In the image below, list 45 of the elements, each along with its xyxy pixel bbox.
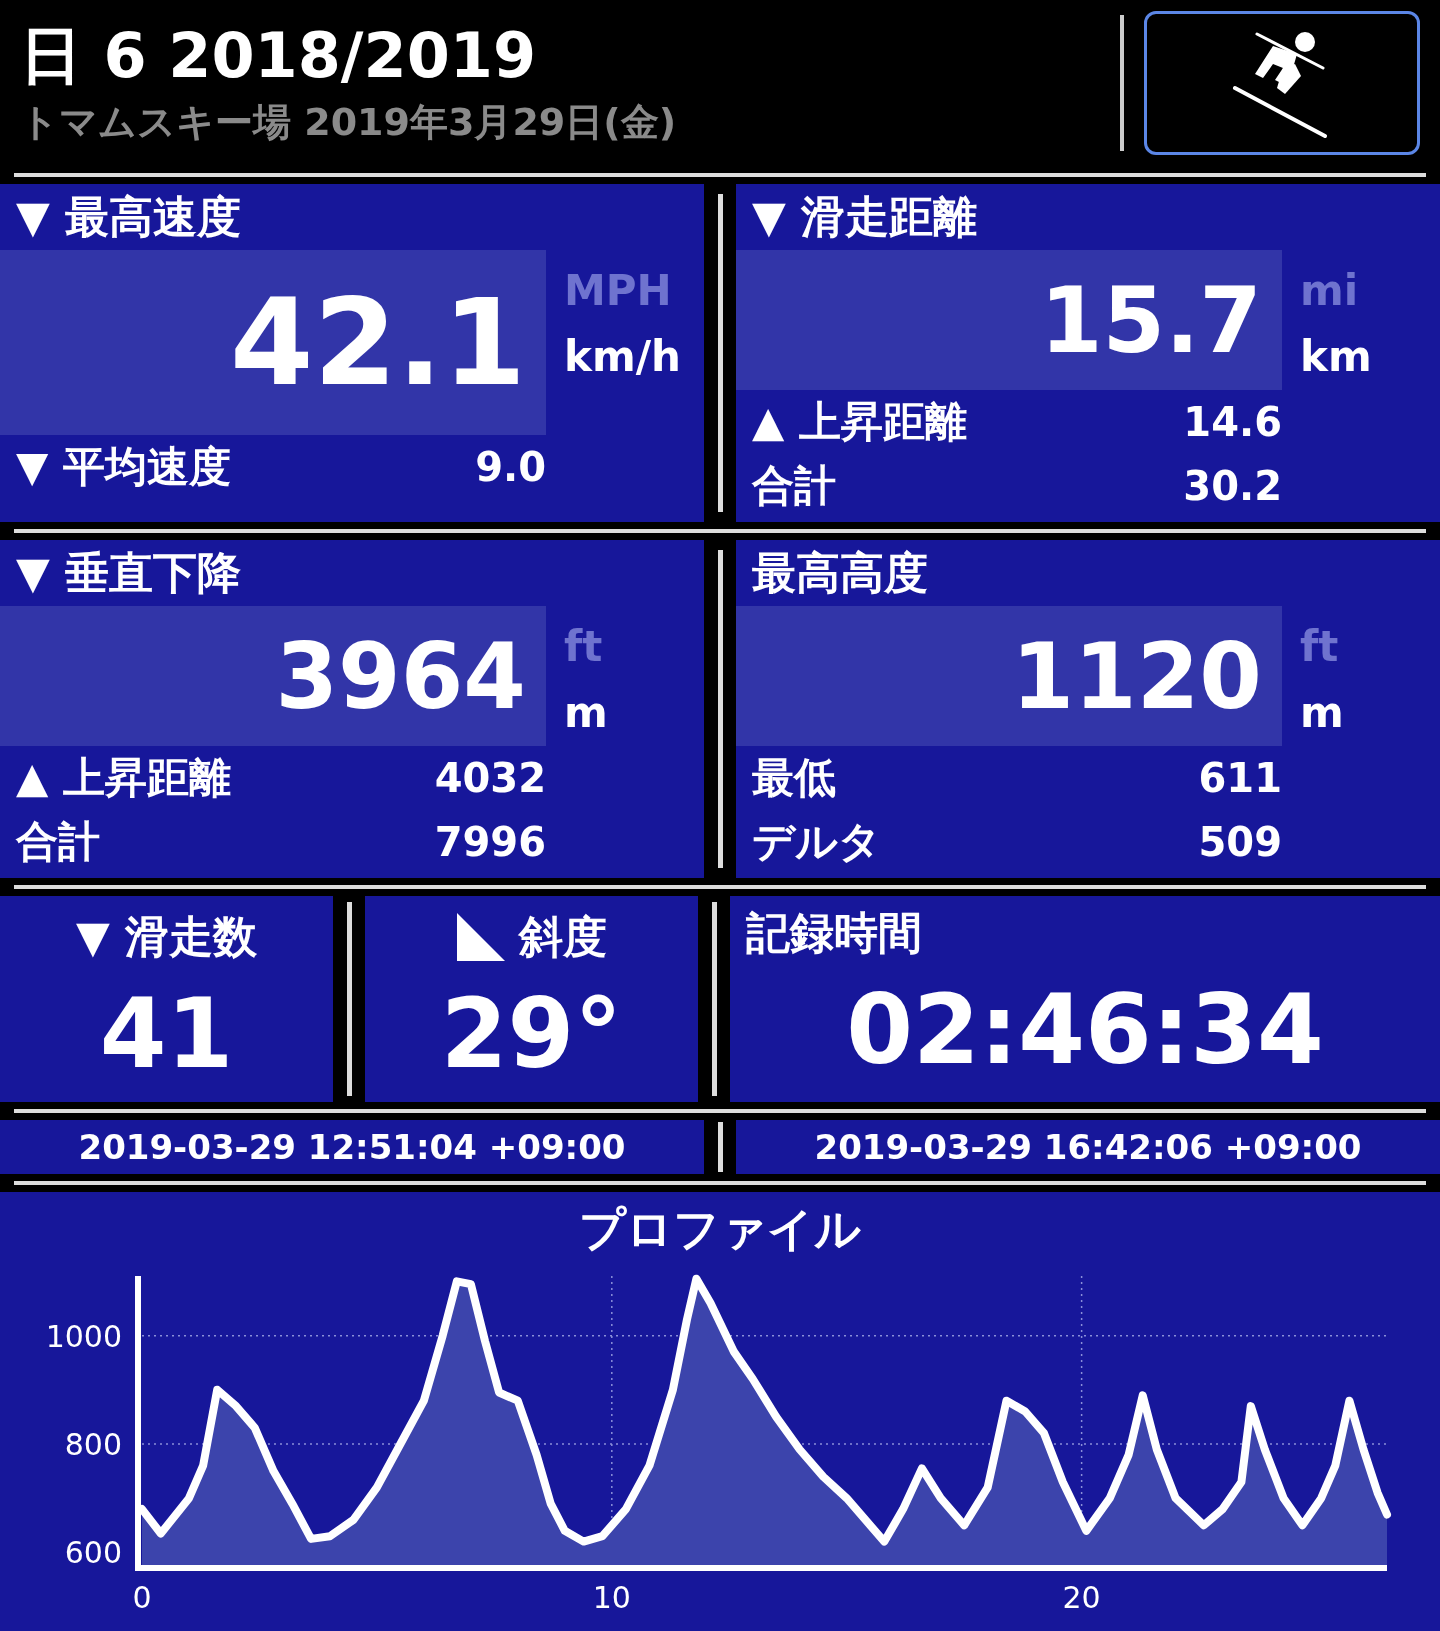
sub-stat-label: デルタ — [752, 816, 881, 868]
sub-stat-value: 611 — [1198, 755, 1282, 801]
stat-label: 記録時間 — [745, 906, 923, 960]
stat-value: 42.1 — [0, 250, 546, 435]
sub-stat-label: 最低 — [752, 752, 836, 804]
timestamp: 2019-03-29 16:42:06 +09:00 — [736, 1120, 1440, 1174]
unit-option[interactable]: m — [1300, 680, 1344, 746]
stat-label: 最高高度 — [751, 546, 929, 600]
unit-option[interactable]: km — [1300, 324, 1372, 390]
sub-stat-value: 4032 — [434, 755, 546, 801]
stat-label: ▼ 最高速度 — [15, 190, 243, 244]
stat-value: 3964 — [0, 606, 546, 746]
y-tick-label: 600 — [64, 1535, 122, 1571]
stat-value: 1120 — [736, 606, 1282, 746]
sub-stat-label: ▲ 上昇距離 — [16, 752, 231, 804]
stat-label: 斜度 — [518, 909, 607, 964]
sub-stat-label: ▲ 上昇距離 — [752, 396, 967, 448]
sub-stat-value: 7996 — [434, 819, 546, 865]
y-tick-label: 1000 — [45, 1318, 122, 1354]
x-tick-label: 0 — [132, 1580, 152, 1615]
stat-label: ▼ 滑走数 — [75, 909, 258, 964]
sub-stat-value: 14.6 — [1183, 399, 1282, 445]
sub-stat-value: 509 — [1198, 819, 1282, 865]
unit-option[interactable]: km/h — [564, 324, 681, 390]
timestamp: 2019-03-29 12:51:04 +09:00 — [0, 1120, 704, 1174]
stat-value: 41 — [99, 977, 234, 1092]
stat-value: 29° — [440, 977, 623, 1092]
activity-button[interactable] — [1144, 11, 1420, 155]
unit-option[interactable]: m — [564, 680, 608, 746]
sub-stat-value: 9.0 — [475, 444, 546, 490]
sub-stat-label: 合計 — [752, 460, 836, 512]
sub-stat-value: 30.2 — [1183, 463, 1282, 509]
chart-title: プロファイル — [578, 1201, 862, 1258]
y-tick-label: 800 — [64, 1427, 122, 1463]
stat-label: ▼ 滑走距離 — [751, 190, 979, 244]
sub-stat-label: 合計 — [16, 816, 100, 868]
slope-icon — [456, 913, 505, 961]
sub-stat-label: ▼ 平均速度 — [16, 441, 231, 493]
resort-date: トマムスキー場 2019年3月29日(金) — [20, 99, 678, 146]
x-tick-label: 20 — [1062, 1580, 1101, 1615]
stat-label: ▼ 垂直下降 — [15, 546, 243, 600]
x-tick-label: 10 — [592, 1580, 631, 1615]
page-title: 日 6 2018/2019 — [20, 18, 538, 94]
stat-value: 15.7 — [736, 250, 1282, 390]
stat-value: 02:46:34 — [845, 973, 1325, 1088]
